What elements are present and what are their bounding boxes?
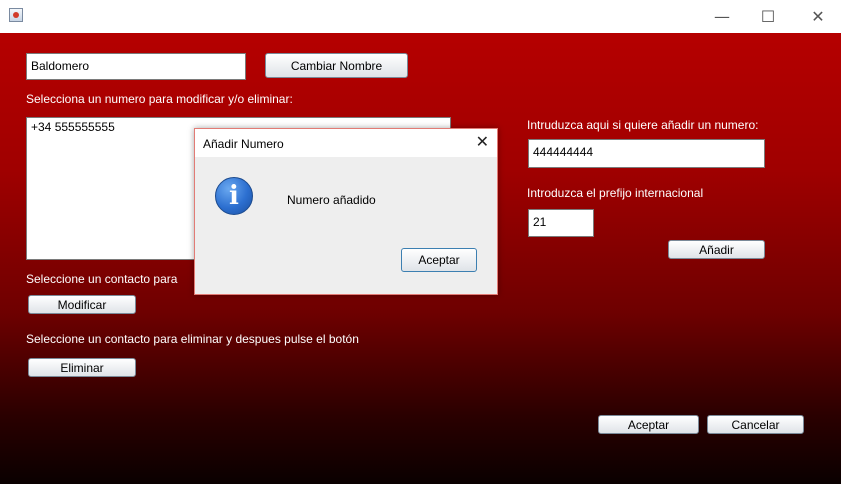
dialog-title-bar: Añadir Numero ✕ — [195, 129, 497, 157]
prefix-field[interactable]: 21 — [528, 209, 594, 237]
delete-button[interactable]: Eliminar — [28, 358, 136, 377]
info-icon: i — [215, 177, 253, 215]
java-app-icon — [9, 8, 23, 22]
maximize-button[interactable]: ☐ — [745, 0, 791, 33]
dialog-close-icon[interactable]: ✕ — [476, 132, 489, 151]
add-number-label: Intruduzca aqui si quiere añadir un nume… — [527, 118, 759, 132]
dialog-accept-button[interactable]: Aceptar — [401, 248, 477, 272]
dialog-title: Añadir Numero — [203, 137, 284, 151]
modify-label: Seleccione un contacto para — [26, 272, 178, 286]
select-number-label: Selecciona un numero para modificar y/o … — [26, 92, 293, 106]
title-bar: — ☐ ✕ — [0, 0, 841, 33]
dialog-message: Numero añadido — [287, 193, 376, 207]
name-field[interactable]: Baldomero — [26, 53, 246, 80]
close-button[interactable]: ✕ — [795, 0, 841, 33]
add-number-dialog: Añadir Numero ✕ i Numero añadido Aceptar — [194, 128, 498, 295]
add-number-field[interactable]: 444444444 — [528, 139, 765, 168]
modify-button[interactable]: Modificar — [28, 295, 136, 314]
change-name-button[interactable]: Cambiar Nombre — [265, 53, 408, 78]
accept-button[interactable]: Aceptar — [598, 415, 699, 434]
add-button[interactable]: Añadir — [668, 240, 765, 259]
prefix-label: Introduzca el prefijo internacional — [527, 186, 704, 200]
delete-label: Seleccione un contacto para eliminar y d… — [26, 332, 359, 346]
minimize-button[interactable]: — — [699, 0, 745, 33]
cancel-button[interactable]: Cancelar — [707, 415, 804, 434]
